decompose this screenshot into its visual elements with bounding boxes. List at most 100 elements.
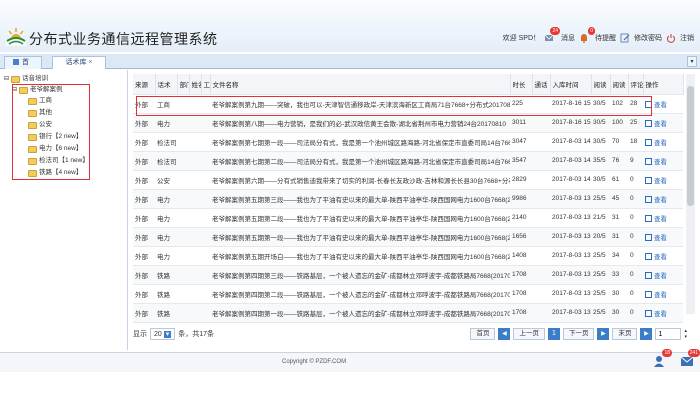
view-link[interactable]: 查看: [654, 292, 667, 299]
first-page-button[interactable]: 首页: [470, 328, 496, 340]
col-header[interactable]: 姓名: [189, 74, 202, 95]
table-row[interactable]: 外部 铁路 老爷解案例第四期第二段——铁路基层，一个被人遗忘的金矿-成都林立邓呼波宇…: [133, 284, 683, 304]
vertical-scrollbar[interactable]: [686, 74, 695, 314]
jump-spinner[interactable]: ▴ ▾: [684, 328, 687, 340]
view-link[interactable]: 查看: [654, 121, 667, 128]
folder-icon: [19, 86, 29, 94]
table-cell: [532, 170, 550, 190]
tabbar-scroll-button[interactable]: ▾: [687, 56, 697, 67]
col-header[interactable]: 文件名称: [210, 74, 511, 95]
table-cell: 18: [628, 132, 643, 152]
table-row[interactable]: 外部 检法司 老爷解案例第七期第二段——司法局分有式，我是第一个池州城区路海路-河北…: [133, 151, 683, 171]
col-header[interactable]: 部门: [177, 74, 190, 95]
logo-icon: [6, 28, 26, 46]
view-link[interactable]: 查看: [654, 159, 667, 166]
edit-icon[interactable]: [645, 234, 652, 242]
view-link[interactable]: 查看: [654, 102, 667, 109]
edit-icon[interactable]: [645, 272, 652, 280]
col-header[interactable]: 工: [201, 74, 211, 95]
view-link[interactable]: 查看: [654, 216, 667, 223]
col-header[interactable]: 阅读: [610, 74, 629, 95]
table-row[interactable]: 外部 电力 老爷解案例第五期第二段——我也为了平油有史以来的最大单-陕西平油亭华-陕…: [133, 208, 683, 228]
table-row[interactable]: 外部 电力 老爷解案例第八期——电力营销，是我们的必-武汉政信黄王会散-湖北省荆州市…: [133, 113, 683, 133]
table-cell: [532, 227, 550, 247]
tree-item-label: 电力【6 new】: [39, 145, 83, 152]
tree-node-group[interactable]: ⊟ 老爷解案例: [12, 85, 63, 95]
col-header[interactable]: 操作: [643, 74, 684, 95]
current-page[interactable]: 1: [547, 328, 560, 340]
edit-icon[interactable]: [645, 158, 652, 166]
tree-node-root[interactable]: ⊟ 话音培训: [4, 74, 48, 84]
edit-icon[interactable]: [645, 215, 652, 223]
edit-icon[interactable]: [645, 139, 652, 147]
tree-item-label: 其他: [39, 109, 52, 116]
change-password-link[interactable]: 修改密码: [634, 33, 662, 43]
close-icon[interactable]: ×: [88, 59, 92, 66]
tree-item[interactable]: 其他: [28, 108, 52, 118]
col-header[interactable]: 来源: [133, 74, 156, 95]
table-row[interactable]: 外部 电力 老爷解案例第五期第一段——我也为了平油有史以来的最大单-陕西平油亭华-陕…: [133, 227, 683, 247]
table-cell: 0: [628, 189, 643, 209]
col-header[interactable]: 评论: [628, 74, 644, 95]
view-link[interactable]: 查看: [654, 140, 667, 147]
logout-link[interactable]: 注销: [680, 33, 694, 43]
table-row[interactable]: 外部 铁路 老爷解案例第四期第一段——铁路基层，一个被人遗忘的金矿-成都林立邓呼波宇…: [133, 303, 683, 323]
edit-icon[interactable]: [645, 310, 652, 318]
collapse-icon[interactable]: ⊟: [4, 74, 9, 84]
message-icon[interactable]: 24: [544, 27, 560, 43]
next-arrow-icon[interactable]: ▶: [597, 328, 610, 340]
view-link[interactable]: 查看: [654, 254, 667, 261]
next-page-button[interactable]: 下一页: [562, 328, 595, 340]
col-header[interactable]: 阅读: [591, 74, 611, 95]
pagination-bar: 显示 20 ▾ 条，共17条 首页 ◀ 上一页 1 下一页 ▶ 末页 ▶ ▴▾: [133, 326, 693, 342]
table-row[interactable]: 外部 电力 老爷解案例第五期开场白——我也为了平油有史以来的最大单-陕西平油亭华-陕…: [133, 246, 683, 266]
last-page-button[interactable]: 末页: [612, 328, 638, 340]
view-link[interactable]: 查看: [654, 235, 667, 242]
table-row[interactable]: 外部 检法司 老爷解案例第七期第一段——司法局分有式，我是第一个池州城区路海路-河北…: [133, 132, 683, 152]
tree-item[interactable]: 电力【6 new】: [28, 144, 82, 154]
tree-item[interactable]: 公安: [28, 120, 52, 130]
bell-icon[interactable]: 0: [579, 27, 595, 43]
tree-item[interactable]: 铁路【4 new】: [28, 168, 82, 178]
table-cell: 电力: [155, 227, 177, 247]
last-arrow-icon[interactable]: ▶: [640, 328, 653, 340]
tab-home[interactable]: 首页: [4, 56, 42, 78]
col-header[interactable]: 时长: [510, 74, 533, 95]
tree-item[interactable]: 检法司【1 new】: [28, 156, 89, 166]
row-actions: 查看: [643, 303, 683, 323]
col-header[interactable]: 通话: [532, 74, 551, 95]
view-link[interactable]: 查看: [654, 273, 667, 280]
tree-item[interactable]: 工商: [28, 96, 52, 106]
col-header[interactable]: 话术: [155, 74, 178, 95]
tree-item[interactable]: 银行【2 new】: [28, 132, 82, 142]
view-link[interactable]: 查看: [654, 311, 667, 318]
table-row[interactable]: 外部 铁路 老爷解案例第四期第三段——铁路基层，一个被人遗忘的金矿-成都林立邓呼波宇…: [133, 265, 683, 285]
table-row[interactable]: 外部 工商 老爷解案例第九期——突破，我也可以-天津智信通移政岸-天津滨海新区工商局…: [133, 94, 683, 114]
edit-icon[interactable]: [645, 101, 652, 109]
messages-link[interactable]: 消息: [561, 33, 575, 43]
edit-icon[interactable]: [645, 291, 652, 299]
chat-icon[interactable]: 18: [652, 349, 672, 367]
edit-icon[interactable]: [645, 253, 652, 261]
page-size-select[interactable]: 20 ▾: [150, 328, 176, 340]
collapse-icon[interactable]: ⊟: [12, 85, 17, 95]
col-header[interactable]: 入库时间: [550, 74, 592, 95]
jump-page-input[interactable]: [655, 328, 682, 340]
edit-icon[interactable]: [645, 177, 652, 185]
edit-icon[interactable]: [645, 120, 652, 128]
edit-icon[interactable]: [645, 196, 652, 204]
table-row[interactable]: 外部 电力 老爷解案例第五期第三段——我也为了平油有史以来的最大单-陕西平油亭华-陕…: [133, 189, 683, 209]
view-link[interactable]: 查看: [654, 197, 667, 204]
view-link[interactable]: 查看: [654, 178, 667, 185]
table-cell: [532, 208, 550, 228]
table-cell: 3011: [510, 113, 532, 133]
prev-arrow-icon[interactable]: ◀: [498, 328, 511, 340]
table-cell: 外部: [133, 265, 155, 285]
scrollbar-thumb[interactable]: [687, 86, 694, 206]
reminders-link[interactable]: 待提醒: [595, 33, 616, 43]
table-cell: 20/5: [591, 227, 610, 247]
tab-script-library[interactable]: 话术库 ×: [52, 56, 106, 69]
prev-page-button[interactable]: 上一页: [513, 328, 545, 340]
table-row[interactable]: 外部 公安 老爷解案例第六期——分有式销售迪我带来了切实的利润-长春长友政沙政-吉林…: [133, 170, 683, 190]
mail-icon[interactable]: 241: [680, 349, 700, 367]
